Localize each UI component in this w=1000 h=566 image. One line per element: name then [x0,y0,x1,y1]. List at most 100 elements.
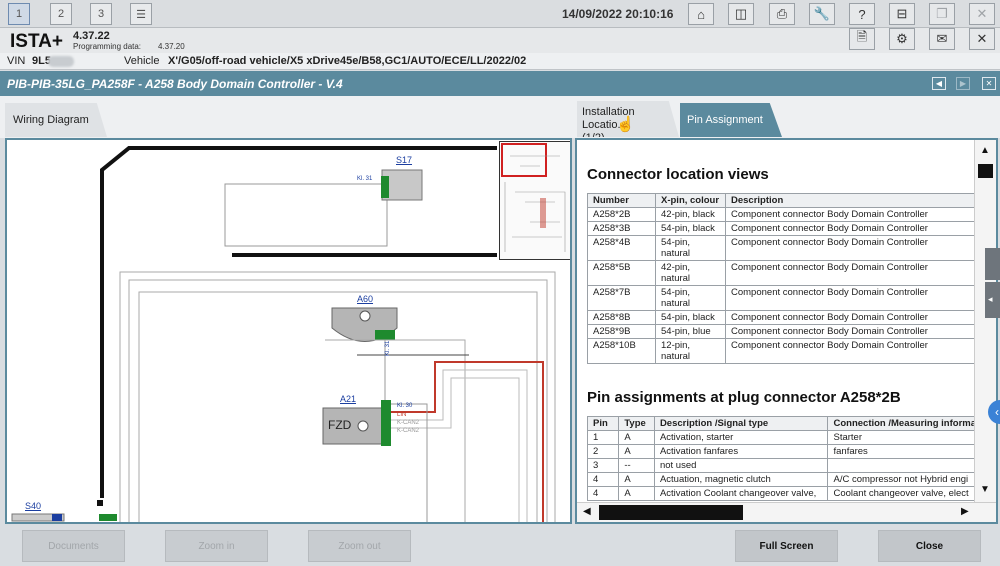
pin-assignment-panel: Connector location views Number X-pin, c… [575,138,998,524]
table-cell: 54-pin, blue [655,324,726,339]
fzd-label: FZD [328,418,352,432]
table-cell: 54-pin, natural [655,285,726,311]
help-button[interactable]: ? [849,3,875,25]
button-label: Zoom out [338,540,381,552]
s17-label[interactable]: S17 [396,155,412,165]
compare-button[interactable]: ◫ [728,3,754,25]
scroll-left-icon[interactable]: ◀ [583,506,591,517]
previous-button[interactable]: ◀ [932,77,946,90]
list-button[interactable]: ☰ [130,3,152,25]
table-cell: 54-pin, black [655,221,726,236]
table-cell: 54-pin, black [655,310,726,325]
vehicle-label: Vehicle [124,55,160,67]
top-toolbar: 1 2 3 ☰ 14/09/2022 20:10:16 ⌂ ◫ ⎙ 🔧 ? ⊟ … [0,0,1000,28]
settings-button[interactable]: ⚙ [889,28,915,50]
scroll-up-icon[interactable]: ▲ [980,145,990,156]
side-panel-toggle[interactable]: ◂ [985,282,1000,318]
table-cell [827,458,977,473]
kl30-label: Kl. 30 [397,403,413,409]
ground-point [97,500,103,506]
horizontal-scroll-thumb[interactable] [599,505,743,520]
connector-row: A258*7B 54-pin, natural Component connecto… [587,285,977,311]
vin-redaction [48,56,74,67]
table-cell: Component connector Body Domain Controll… [725,285,977,311]
close-app-button[interactable]: ✕ [969,3,995,25]
vertical-scrollbar[interactable]: ▲ ▼ [974,140,996,502]
chevron-left-icon: ‹ [995,405,999,419]
home-icon: ⌂ [697,6,705,22]
session-tab-label: 1 [15,8,23,20]
minimap-mark [540,198,546,228]
button-label: Close [915,540,944,552]
wrench-button[interactable]: 🔧 [809,3,835,25]
kcan2-label: K-CAN2 [397,420,420,426]
mail-icon: ✉ [936,31,948,46]
home-button[interactable]: ⌂ [688,3,714,25]
mail-button[interactable]: ✉ [929,28,955,50]
table-cell: 4 [587,486,620,501]
download-icon: ⊟ [896,6,908,21]
button-label: Documents [48,540,99,552]
minimap-preview [501,143,566,252]
pin-row: 2 A Activation fanfares fanfares [587,444,977,459]
wiring-diagram [11,146,556,522]
next-button[interactable]: ▶ [956,77,970,90]
table-cell: Component connector Body Domain Controll… [725,221,977,236]
column-header: Type [618,416,655,431]
list-icon: ☰ [136,8,146,21]
column-header: Number [587,193,656,208]
side-panel-handle[interactable] [985,248,1000,280]
pin-assignments-heading: Pin assignments at plug connector A258*2… [587,389,901,406]
programming-data-label: Programming data: [73,42,142,51]
session-tab-1[interactable]: 1 [8,3,30,25]
session-tab-3[interactable]: 3 [90,3,112,25]
minimap-viewport [501,143,547,177]
full-screen-button[interactable]: Full Screen [735,530,838,562]
lin-wire [391,361,544,522]
documents-button[interactable]: Documents [22,530,125,562]
button-label: Zoom in [198,540,235,552]
connector-views-table: Number X-pin, colour Description A258*2B… [587,193,977,364]
table-cell: A/C compressor not Hybrid engi [827,472,977,487]
close-vehicle-button[interactable]: ✕ [969,28,995,50]
horizontal-scrollbar[interactable]: ◀ ▶ [577,502,996,522]
table-cell: A [618,486,655,501]
table-cell: -- [618,458,655,473]
close-document-button[interactable]: ✕ [982,77,996,90]
app-name: ISTA+ [10,31,63,52]
tab-pin-assignment[interactable]: Pin Assignment [680,103,782,137]
scroll-right-icon[interactable]: ▶ [961,506,969,517]
column-header: Connection /Measuring informa [827,416,977,431]
triangle-left-icon: ◀ [935,79,943,88]
connector-row: A258*10B 12-pin, natural Component connect… [587,338,977,364]
zoom-in-button[interactable]: Zoom in [165,530,268,562]
scroll-down-icon[interactable]: ▼ [980,484,990,495]
column-header: X-pin, colour [655,193,726,208]
table-cell: Activation fanfares [653,444,829,459]
a21-label[interactable]: A21 [340,394,356,404]
table-cell: Component connector Body Domain Controll… [725,260,977,286]
help-icon: ? [858,6,866,22]
s40-label[interactable]: S40 [25,501,41,511]
document-button[interactable]: 🗎 [849,28,875,50]
close-button[interactable]: Close [878,530,981,562]
a60-label[interactable]: A60 [357,294,373,304]
table-cell: Component connector Body Domain Controll… [725,235,977,261]
wiring-diagram-panel[interactable]: S17 Kl. 31 A60 Kl. 31 A21 FZD Kl. 30 LIN… [5,138,572,524]
table-cell: 3 [587,458,620,473]
session-tab-2[interactable]: 2 [50,3,72,25]
table-cell: Component connector Body Domain Controll… [725,324,977,339]
window-icon: ❐ [936,6,948,21]
minimap-lines [504,155,566,252]
scroll-thumb[interactable] [978,164,993,178]
diagram-minimap[interactable] [499,141,570,260]
ground-wire [100,146,497,498]
zoom-out-button[interactable]: Zoom out [308,530,411,562]
window-button[interactable]: ❐ [929,3,955,25]
table-cell: 42-pin, natural [655,260,726,286]
download-button[interactable]: ⊟ [889,3,915,25]
tab-wiring-diagram[interactable]: Wiring Diagram [5,103,107,137]
vin-label: VIN [7,55,26,67]
connector-row: A258*5B 42-pin, natural Component connecto… [587,260,977,286]
print-button[interactable]: ⎙ [769,3,795,25]
